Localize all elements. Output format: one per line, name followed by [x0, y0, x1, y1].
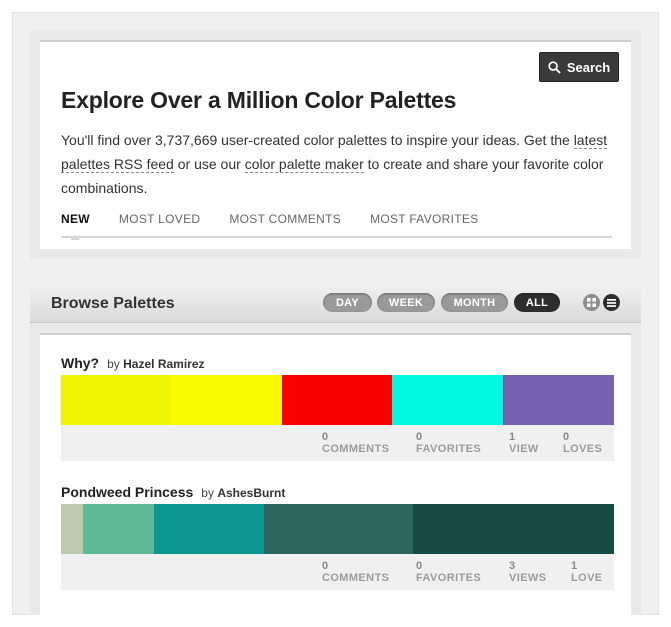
- stat-value: 0: [322, 431, 329, 443]
- sort-tabs: NEW MOST LOVED MOST COMMENTS MOST FAVORI…: [61, 210, 612, 240]
- stat-loves[interactable]: 1 LOVE: [571, 560, 603, 584]
- stat-favorites[interactable]: 0 FAVORITES: [416, 560, 481, 584]
- stat-value: 0: [416, 431, 423, 443]
- search-button-label: Search: [566, 59, 611, 75]
- tab-new[interactable]: NEW: [61, 210, 90, 240]
- stat-label: VIEWS: [509, 572, 547, 584]
- color-swatch[interactable]: [413, 504, 614, 554]
- browse-title: Browse Palettes: [51, 295, 175, 312]
- browse-header: Browse Palettes DAY WEEK MONTH ALL: [30, 283, 641, 323]
- filter-month-button[interactable]: MONTH: [441, 293, 508, 312]
- color-swatch[interactable]: [502, 375, 614, 425]
- filter-all-button[interactable]: ALL: [514, 293, 560, 312]
- palette-stats: 0 COMMENTS 0 FAVORITES 1 VIEW 0 LOVES: [61, 425, 614, 461]
- intro-text: You'll find over 3,737,669 user-created …: [61, 128, 621, 200]
- search-button[interactable]: Search: [539, 52, 619, 82]
- palette-item: Why? by Hazel Ramirez 0 COMMENTS 0 FAVORITE…: [61, 355, 614, 461]
- color-swatch[interactable]: [154, 504, 264, 554]
- stat-value: 0: [416, 560, 423, 572]
- explore-panel-inner: Search Explore Over a Million Color Pale…: [40, 40, 631, 249]
- browse-panel: Browse Palettes DAY WEEK MONTH ALL Why? b…: [30, 283, 641, 615]
- palette-swatches[interactable]: [61, 375, 614, 425]
- stat-views[interactable]: 1 VIEW: [509, 431, 539, 455]
- color-swatch[interactable]: [171, 375, 282, 425]
- stat-label: VIEW: [509, 443, 539, 455]
- tab-most-loved[interactable]: MOST LOVED: [119, 210, 200, 236]
- stat-value: 1: [571, 560, 578, 572]
- palette-title-row: Pondweed Princess by AshesBurnt: [61, 484, 614, 504]
- search-icon: [548, 60, 561, 74]
- stat-value: 0: [322, 560, 329, 572]
- palette-item: Pondweed Princess by AshesBurnt 0 COMMENTS…: [61, 484, 614, 590]
- filter-week-button[interactable]: WEEK: [377, 293, 435, 312]
- page-title: Explore Over a Million Color Palettes: [61, 87, 457, 113]
- palette-author-link[interactable]: AshesBurnt: [217, 486, 285, 500]
- palette-list: Why? by Hazel Ramirez 0 COMMENTS 0 FAVORITE…: [40, 333, 631, 615]
- color-swatch[interactable]: [83, 504, 154, 554]
- color-swatch[interactable]: [61, 504, 83, 554]
- palette-author-link[interactable]: Hazel Ramirez: [123, 357, 204, 371]
- color-swatch[interactable]: [264, 504, 413, 554]
- stat-value: 1: [509, 431, 516, 443]
- stat-label: COMMENTS: [322, 443, 390, 455]
- stat-value: 0: [563, 431, 570, 443]
- stat-views[interactable]: 3 VIEWS: [509, 560, 546, 584]
- explore-panel: Search Explore Over a Million Color Pale…: [30, 30, 641, 259]
- color-swatch[interactable]: [281, 375, 393, 425]
- tab-most-comments[interactable]: MOST COMMENTS: [229, 210, 341, 236]
- stat-loves[interactable]: 0 LOVES: [563, 431, 602, 455]
- color-swatch[interactable]: [61, 375, 172, 425]
- palette-name-link[interactable]: Pondweed Princess: [61, 484, 193, 500]
- byline-prefix: by: [201, 486, 214, 500]
- stat-label: LOVE: [571, 572, 603, 584]
- filter-day-button[interactable]: DAY: [323, 293, 372, 312]
- stat-label: COMMENTS: [322, 572, 390, 584]
- palette-name-link[interactable]: Why?: [61, 355, 99, 371]
- stat-comments[interactable]: 0 COMMENTS: [322, 560, 389, 584]
- intro-text-part: You'll find over 3,737,669 user-created …: [61, 132, 574, 148]
- list-view-icon[interactable]: [603, 294, 620, 311]
- stat-value: 3: [509, 560, 516, 572]
- palette-title-row: Why? by Hazel Ramirez: [61, 355, 614, 375]
- stat-comments[interactable]: 0 COMMENTS: [322, 431, 389, 455]
- palette-byline: by AshesBurnt: [201, 486, 285, 500]
- stat-label: LOVES: [563, 443, 603, 455]
- palette-stats: 0 COMMENTS 0 FAVORITES 3 VIEWS 1 LOVE: [61, 554, 614, 590]
- intro-text-part: or use our: [173, 156, 245, 172]
- stat-label: FAVORITES: [416, 572, 482, 584]
- stat-favorites[interactable]: 0 FAVORITES: [416, 431, 481, 455]
- palette-maker-link[interactable]: color palette maker: [244, 156, 364, 173]
- grid-view-icon[interactable]: [583, 294, 600, 311]
- palette-byline: by Hazel Ramirez: [107, 357, 204, 371]
- stat-label: FAVORITES: [416, 443, 482, 455]
- tab-most-favorites[interactable]: MOST FAVORITES: [370, 210, 478, 236]
- color-swatch[interactable]: [392, 375, 503, 425]
- palette-swatches[interactable]: [61, 504, 614, 554]
- byline-prefix: by: [107, 357, 120, 371]
